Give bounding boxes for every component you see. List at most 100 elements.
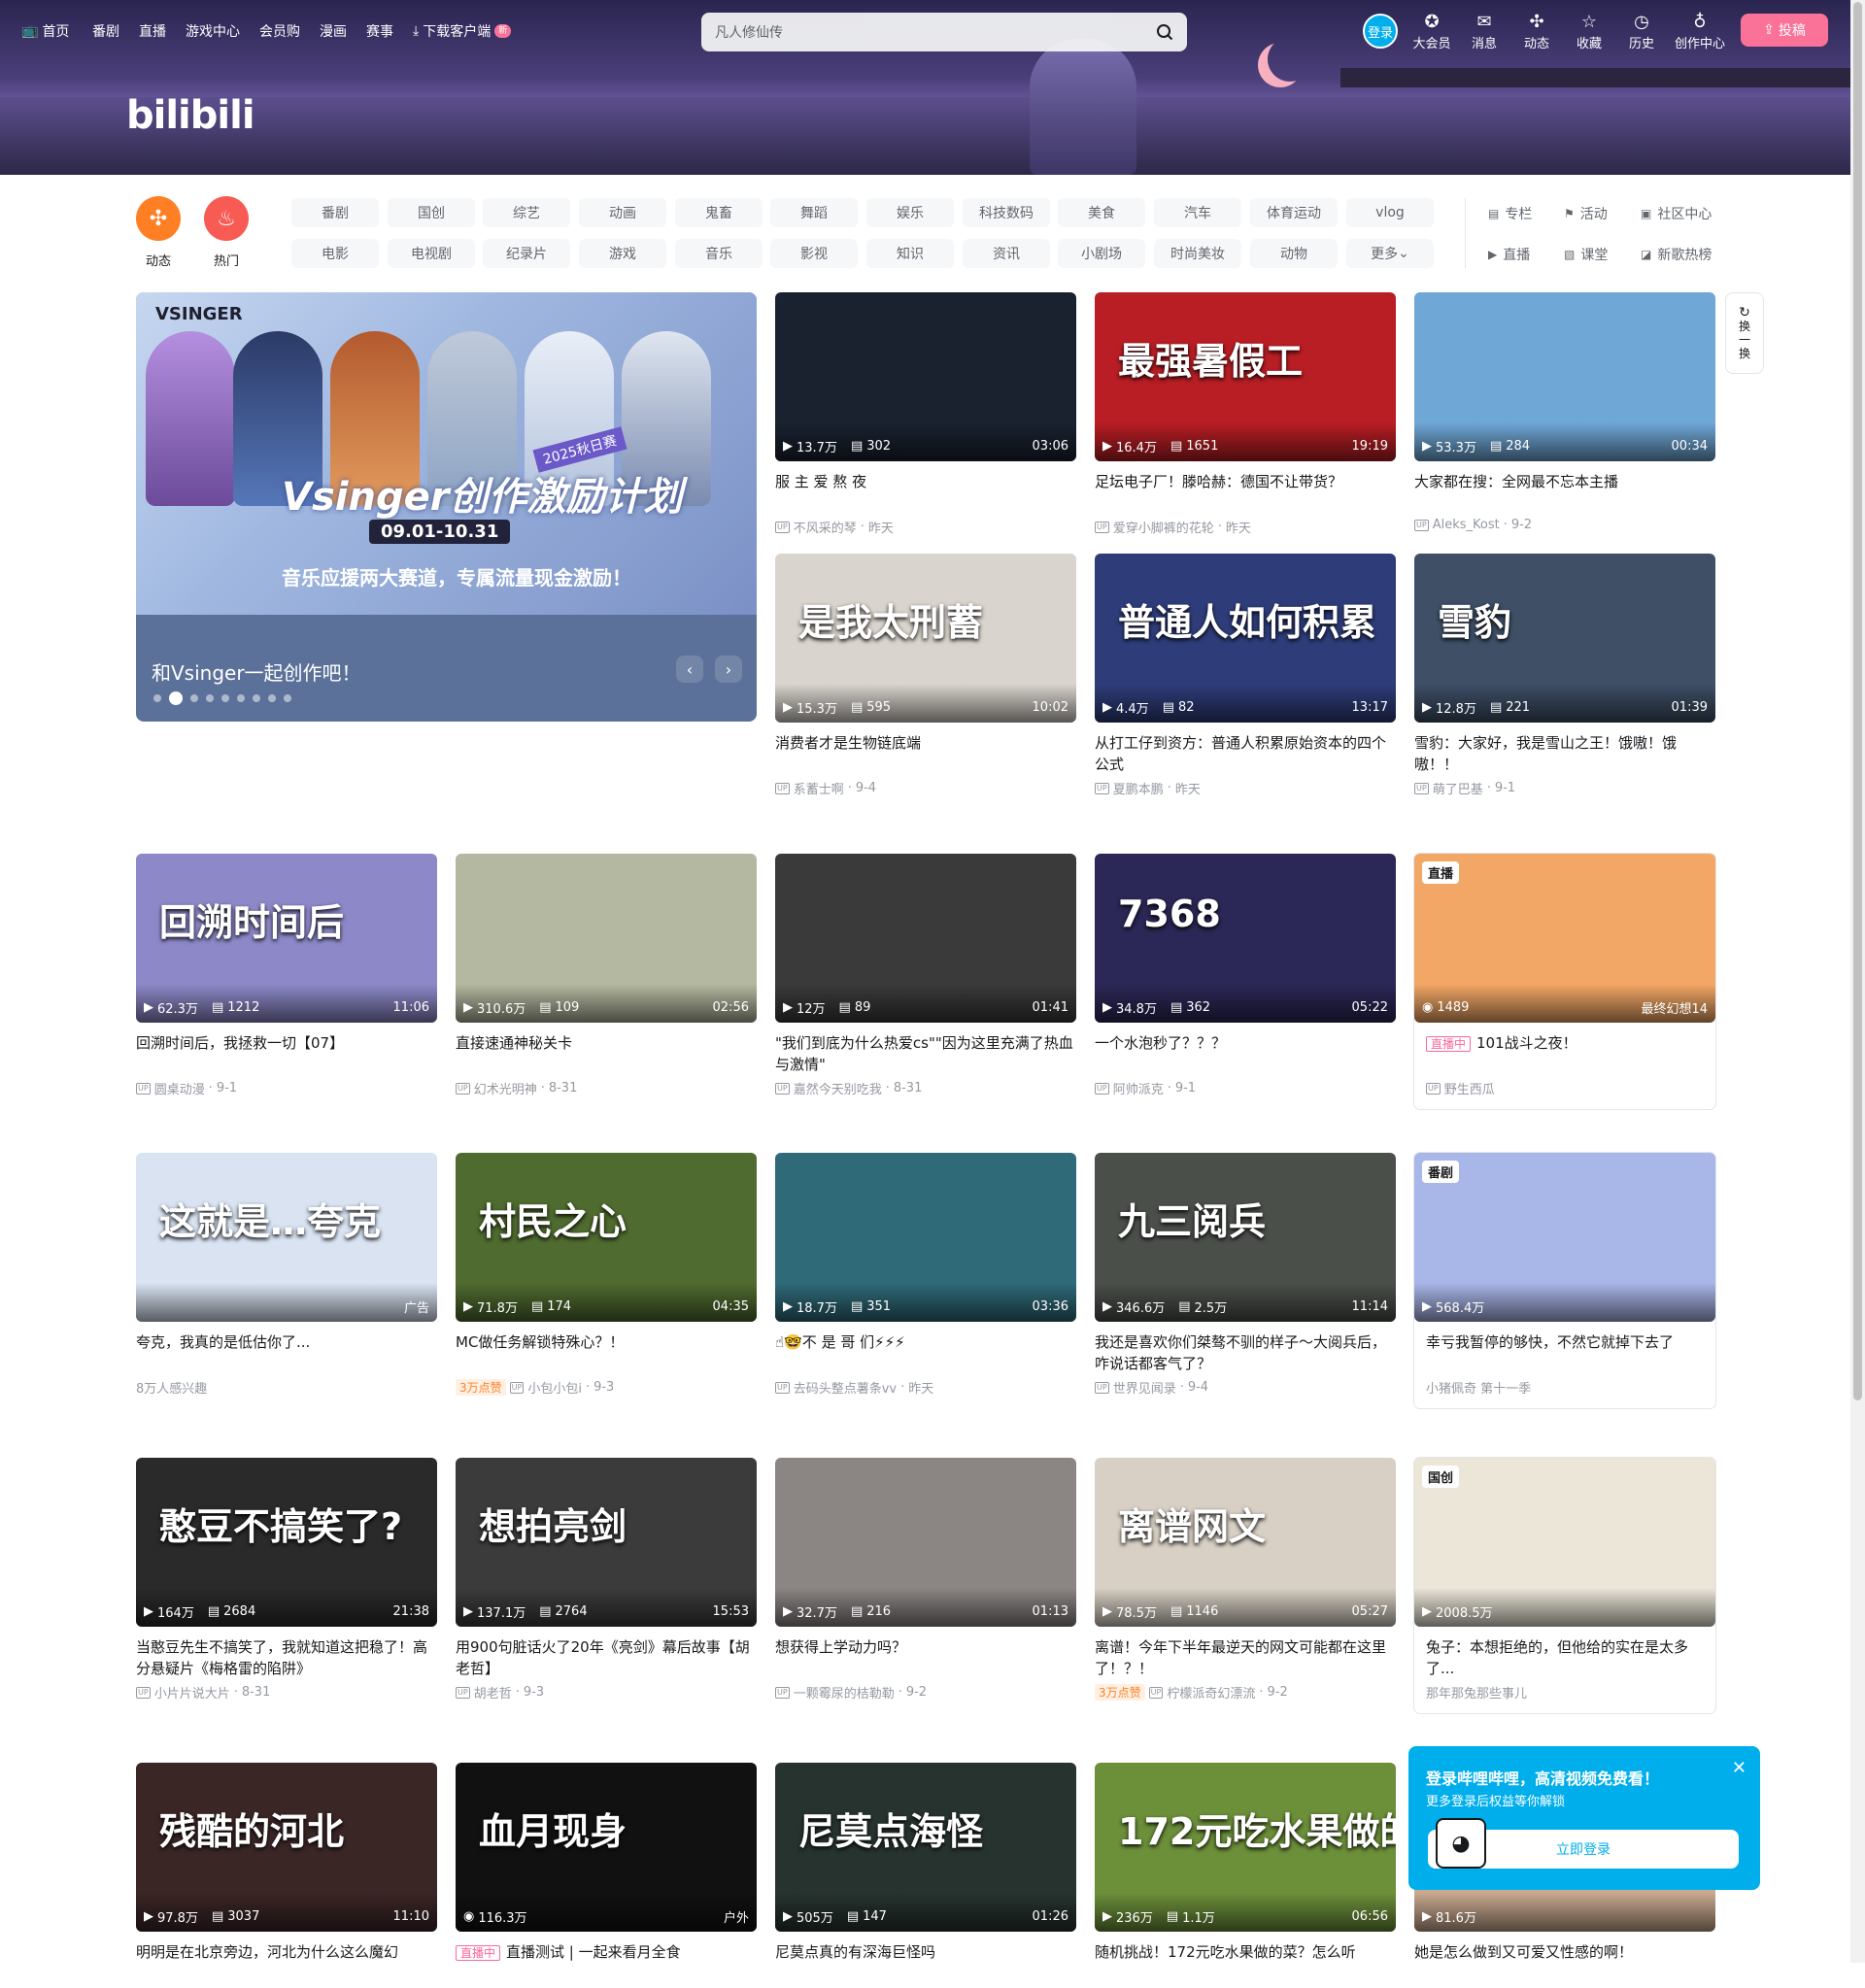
channel-1-8[interactable]: 小剧场 — [1058, 239, 1145, 268]
video-title[interactable]: 幸亏我暂停的够快，不然它就掉下去了 — [1426, 1331, 1704, 1374]
video-card[interactable]: 172元吃水果做的菜 ▶ 236万 ▤1.1万 06:56 随机挑战！172元吃水果做的菜… — [1095, 1763, 1396, 1988]
nav-favorites[interactable]: ☆ 收藏 — [1566, 12, 1612, 51]
channel-1-9[interactable]: 时尚美妆 — [1154, 239, 1241, 268]
carousel-dot[interactable] — [284, 694, 291, 702]
author-name[interactable]: 萌了巴基 — [1433, 779, 1483, 797]
video-card[interactable]: 尼莫点海怪 ▶ 505万 ▤ 147 01:26 尼莫点真的有深海巨怪吗 — [775, 1763, 1076, 1988]
channel-0-8[interactable]: 美食 — [1058, 198, 1145, 227]
channel-0-0[interactable]: 番剧 — [291, 198, 379, 227]
channel-1-7[interactable]: 资讯 — [963, 239, 1050, 268]
author-name[interactable]: Aleks_Kost — [1433, 518, 1500, 532]
right-link-1-0[interactable]: ▶ 直播 — [1488, 245, 1530, 264]
right-link-1-2[interactable]: ◪ 新歌热榜 — [1641, 245, 1712, 264]
video-title[interactable]: MC做任务解锁特殊心？！ — [456, 1331, 757, 1374]
nav-messages[interactable]: ✉ 消息 — [1461, 12, 1508, 51]
close-icon[interactable]: ✕ — [1732, 1758, 1746, 1778]
carousel-image[interactable]: VSINGER 2025秋日赛 Vsinger创作激励计划 09.01-10.3… — [136, 292, 757, 615]
video-card[interactable]: 想拍亮剑 ▶ 137.1万 ▤ 2764 15:53 用900句脏话火了20年《亮剑》幕后故… — [456, 1458, 757, 1702]
author-name[interactable]: 胡老哲 — [474, 1683, 512, 1702]
video-thumbnail[interactable]: 尼莫点海怪 ▶ 505万 ▤ 147 01:26 — [775, 1763, 1076, 1932]
video-thumbnail[interactable]: ▶ 13.7万 ▤ 302 03:06 — [775, 292, 1076, 461]
nav-shop[interactable]: 会员购 — [259, 21, 300, 41]
video-card[interactable]: ▶ 32.7万 ▤ 216 01:13 想获得上学动力吗？ UP 一颗霉尿的桔勒勒 · 9-2 — [775, 1458, 1076, 1702]
author-name[interactable]: 世界见闻录 — [1113, 1378, 1176, 1397]
channel-1-2[interactable]: 纪录片 — [483, 239, 570, 268]
carousel-next-button[interactable]: › — [715, 656, 742, 683]
upload-button[interactable]: ⇪ 投稿 — [1741, 14, 1828, 47]
video-thumbnail[interactable]: 国创 ▶ 2008.5万 — [1414, 1458, 1715, 1627]
channel-0-7[interactable]: 科技数码 — [963, 198, 1050, 227]
video-card[interactable]: 普通人如何积累 ▶ 4.4万 ▤ 82 13:17 从打工仔到资方：普通人积累原始资本的四个… — [1095, 554, 1396, 797]
carousel-dot[interactable] — [206, 694, 214, 702]
channel-0-5[interactable]: 舞蹈 — [770, 198, 858, 227]
video-thumbnail[interactable]: 残酷的河北 ▶ 97.8万 ▤ 3037 11:10 — [136, 1763, 437, 1932]
video-thumbnail[interactable]: ▶ 12万 ▤ 89 01:41 — [775, 854, 1076, 1023]
video-title[interactable]: 直播中 101战斗之夜！ — [1426, 1032, 1704, 1075]
video-title[interactable]: 当憨豆先生不搞笑了，我就知道这把稳了！高分悬疑片《梅格雷的陷阱》 — [136, 1636, 437, 1679]
video-card[interactable]: ▶ 12万 ▤ 89 01:41 "我们到底为什么热爱cs""因为这里充满了热血与激情" U… — [775, 854, 1076, 1097]
video-title-text[interactable]: 消费者才是生物链底端 — [775, 734, 921, 752]
video-title[interactable]: 足坛电子厂！滕哈赫：德国不让带货？ — [1095, 471, 1396, 514]
video-title[interactable]: 从打工仔到资方：普通人积累原始资本的四个公式 — [1095, 732, 1396, 775]
meta-footer[interactable]: 8万人感兴趣 — [136, 1378, 207, 1397]
video-thumbnail[interactable]: 回溯时间后 ▶ 62.3万 ▤ 1212 11:06 — [136, 854, 437, 1023]
video-card[interactable]: 残酷的河北 ▶ 97.8万 ▤ 3037 11:10 明明是在北京旁边，河北为什么这么魔幻 — [136, 1763, 437, 1988]
carousel-title[interactable]: 和Vsinger一起创作吧！ — [152, 657, 361, 686]
nav-home[interactable]: 📺 首页 — [21, 21, 69, 41]
video-title[interactable]: 回溯时间后，我拯救一切【07】 — [136, 1032, 437, 1075]
video-title-text[interactable]: 随机挑战！172元吃水果做的菜？怎么听 — [1095, 1943, 1356, 1961]
video-title[interactable]: 离谱！今年下半年最逆天的网文可能都在这里了！？！ — [1095, 1636, 1396, 1679]
video-card[interactable]: 最强暑假工 ▶ 16.4万 ▤ 1651 19:19 足坛电子厂！滕哈赫：德国不让带货？ UP… — [1095, 292, 1396, 536]
hero-carousel[interactable]: VSINGER 2025秋日赛 Vsinger创作激励计划 09.01-10.3… — [136, 292, 757, 722]
video-thumbnail[interactable]: 普通人如何积累 ▶ 4.4万 ▤ 82 13:17 — [1095, 554, 1396, 723]
video-thumbnail[interactable]: 直播 ◉ 1489 最终幻想14 — [1414, 854, 1715, 1023]
author-name[interactable]: 爱穿小脚裤的花轮 — [1113, 518, 1214, 536]
nav-creator-center[interactable]: ♁ 创作中心 — [1671, 12, 1729, 51]
video-title[interactable]: "我们到底为什么热爱cs""因为这里充满了热血与激情" — [775, 1032, 1076, 1075]
video-thumbnail[interactable]: 番剧 ▶ 568.4万 — [1414, 1153, 1715, 1322]
channel-1-3[interactable]: 游戏 — [579, 239, 666, 268]
author-name[interactable]: 小包小包i — [527, 1378, 582, 1397]
video-title-text[interactable]: 想获得上学动力吗？ — [775, 1638, 906, 1656]
author-name[interactable]: 去码头整点薯条vv — [794, 1378, 897, 1397]
video-thumbnail[interactable]: 这就是…夸克 广告 — [136, 1153, 437, 1322]
right-link-1-1[interactable]: ▧ 课堂 — [1564, 245, 1608, 264]
search-icon[interactable] — [1156, 23, 1173, 41]
video-thumbnail[interactable]: 172元吃水果做的菜 ▶ 236万 ▤1.1万 06:56 — [1095, 1763, 1396, 1932]
author-name[interactable]: 幻术光明神 — [474, 1079, 537, 1097]
video-card[interactable]: 7368 ▶ 34.8万 ▤ 362 05:22 一个水泡秒了？？？ UP 阿帅派克 · 9-1 — [1095, 854, 1396, 1097]
nav-bangumi[interactable]: 番剧 — [92, 21, 119, 41]
video-title-text[interactable]: 明明是在北京旁边，河北为什么这么魔幻 — [136, 1943, 398, 1961]
video-title-text[interactable]: 我还是喜欢你们桀骜不驯的样子～大阅兵后，咋说话都客气了？ — [1095, 1333, 1386, 1372]
channel-0-2[interactable]: 综艺 — [483, 198, 570, 227]
bilibili-logo[interactable]: bilibili — [126, 93, 255, 138]
nav-history[interactable]: ◷ 历史 — [1618, 12, 1665, 51]
video-thumbnail[interactable]: ▶ 310.6万 ▤ 109 02:56 — [456, 854, 757, 1023]
video-thumbnail[interactable]: 离谱网文 ▶ 78.5万 ▤ 1146 05:27 — [1095, 1458, 1396, 1627]
author-name[interactable]: 夏鹏本鹏 — [1113, 779, 1164, 797]
channel-1-6[interactable]: 知识 — [866, 239, 954, 268]
video-card[interactable]: 雪豹 ▶ 12.8万 ▤ 221 01:39 雪豹：大家好，我是雪山之王！饿嗷！饿嗷！！ UP… — [1414, 554, 1715, 797]
channel-0-6[interactable]: 娱乐 — [866, 198, 954, 227]
video-card[interactable]: 九三阅兵 ▶ 346.6万 ▤ 2.5万 11:14 我还是喜欢你们桀骜不驯的样子～大阅兵后… — [1095, 1153, 1396, 1397]
carousel-dot[interactable] — [190, 694, 198, 702]
video-thumbnail[interactable]: ▶ 53.3万 ▤ 284 00:34 — [1414, 292, 1715, 461]
video-title-text[interactable]: 当憨豆先生不搞笑了，我就知道这把稳了！高分悬疑片《梅格雷的陷阱》 — [136, 1638, 427, 1677]
video-title-text[interactable]: 服 主 爱 熬 夜 — [775, 473, 866, 490]
author-name[interactable]: 一颗霉尿的桔勒勒 — [794, 1683, 895, 1702]
meta-footer[interactable]: 那年那兔那些事儿 — [1426, 1683, 1527, 1702]
carousel-dot[interactable] — [237, 694, 245, 702]
video-title-text[interactable]: 兔子：本想拒绝的，但他给的实在是太多了... — [1426, 1638, 1688, 1677]
video-title-text[interactable]: 回溯时间后，我拯救一切【07】 — [136, 1034, 344, 1052]
video-thumbnail[interactable]: 血月现身 ◉ 116.3万 户外 — [456, 1763, 757, 1932]
video-title[interactable]: 尼莫点真的有深海巨怪吗 — [775, 1941, 1076, 1984]
video-card[interactable]: 是我太刑蓄 ▶ 15.3万 ▤ 595 10:02 消费者才是生物链底端 UP 系蓄士啊 · 9-4 — [775, 554, 1076, 797]
video-title-text[interactable]: 直播测试 | 一起来看月全食 — [506, 1943, 681, 1961]
video-card[interactable]: 番剧 ▶ 568.4万 幸亏我暂停的够快，不然它就掉下去了 小猪佩奇 第十一季 — [1414, 1153, 1715, 1408]
video-thumbnail[interactable]: 想拍亮剑 ▶ 137.1万 ▤ 2764 15:53 — [456, 1458, 757, 1627]
video-title[interactable]: 她是怎么做到又可爱又性感的啊！ — [1414, 1941, 1715, 1984]
nav-vip[interactable]: ✪ 大会员 — [1408, 12, 1455, 51]
nav-esports[interactable]: 赛事 — [366, 21, 393, 41]
carousel-dot[interactable] — [253, 694, 260, 702]
video-card[interactable]: ▶ 53.3万 ▤ 284 00:34 大家都在搜：全网最不忘本主播 UP Aleks_Kos… — [1414, 292, 1715, 532]
